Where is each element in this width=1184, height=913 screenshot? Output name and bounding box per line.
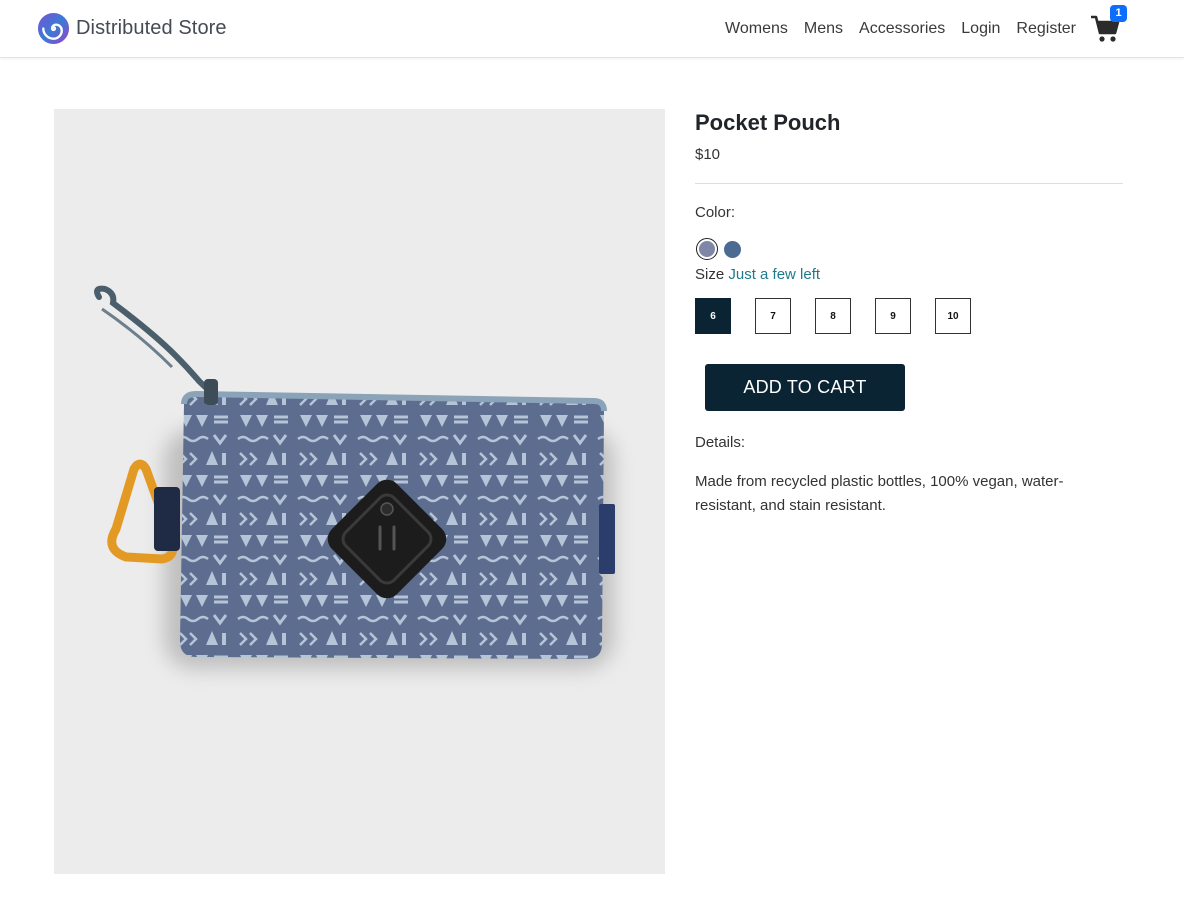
- nav-register[interactable]: Register: [1016, 20, 1076, 38]
- add-to-cart-button[interactable]: ADD TO CART: [705, 364, 905, 411]
- brand-link[interactable]: Distributed Store: [37, 11, 227, 45]
- size-option-8[interactable]: 8: [815, 298, 851, 334]
- size-option-7[interactable]: 7: [755, 298, 791, 334]
- product-image: [54, 109, 665, 874]
- color-label: Color:: [695, 204, 736, 221]
- nav-womens[interactable]: Womens: [725, 20, 788, 38]
- color-swatch[interactable]: [724, 240, 741, 258]
- spiral-logo-icon: [37, 12, 70, 44]
- size-label: Size: [695, 266, 725, 283]
- nav-mens[interactable]: Mens: [804, 20, 843, 38]
- size-option-9[interactable]: 9: [875, 298, 911, 334]
- cart-count-badge: 1: [1110, 5, 1127, 22]
- divider: [695, 183, 1123, 184]
- main-nav: Womens Mens Accessories Login Register 1: [725, 0, 1184, 58]
- details-label: Details:: [695, 434, 746, 451]
- size-row: Size Just a few left: [695, 266, 1123, 283]
- color-swatches: [696, 238, 1123, 260]
- color-swatch-selected[interactable]: [696, 238, 718, 260]
- cart-button[interactable]: 1: [1090, 5, 1127, 47]
- brand-name: Distributed Store: [76, 16, 227, 39]
- size-options: 6 7 8 9 10: [695, 298, 1123, 334]
- product-info: Pocket Pouch $10 Color: Size Just a few …: [695, 109, 1123, 518]
- size-option-10[interactable]: 10: [935, 298, 971, 334]
- details-text: Made from recycled plastic bottles, 100%…: [695, 473, 1064, 514]
- top-navbar: Distributed Store Womens Mens Accessorie…: [0, 0, 1184, 58]
- product-title: Pocket Pouch: [695, 110, 841, 135]
- pouch-illustration: [94, 285, 615, 669]
- size-option-6[interactable]: 6: [695, 298, 731, 334]
- nav-login[interactable]: Login: [961, 20, 1000, 38]
- nav-accessories[interactable]: Accessories: [859, 20, 945, 38]
- stock-note: Just a few left: [728, 266, 821, 283]
- product-price: $10: [695, 146, 721, 163]
